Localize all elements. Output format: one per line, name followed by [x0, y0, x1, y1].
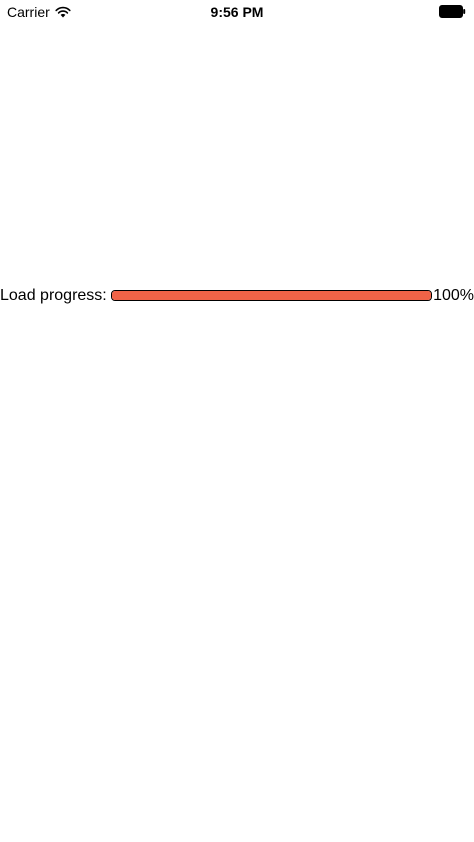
- load-progress-row: Load progress: 100%: [0, 284, 474, 308]
- status-bar: Carrier 9:56 PM: [0, 0, 474, 24]
- status-time: 9:56 PM: [210, 4, 264, 20]
- progress-percentage: 100%: [433, 287, 474, 304]
- battery-icon: [439, 5, 466, 18]
- progress-label: Load progress:: [0, 287, 107, 304]
- progress-bar-fill: [112, 291, 431, 300]
- progress-bar: [111, 290, 432, 301]
